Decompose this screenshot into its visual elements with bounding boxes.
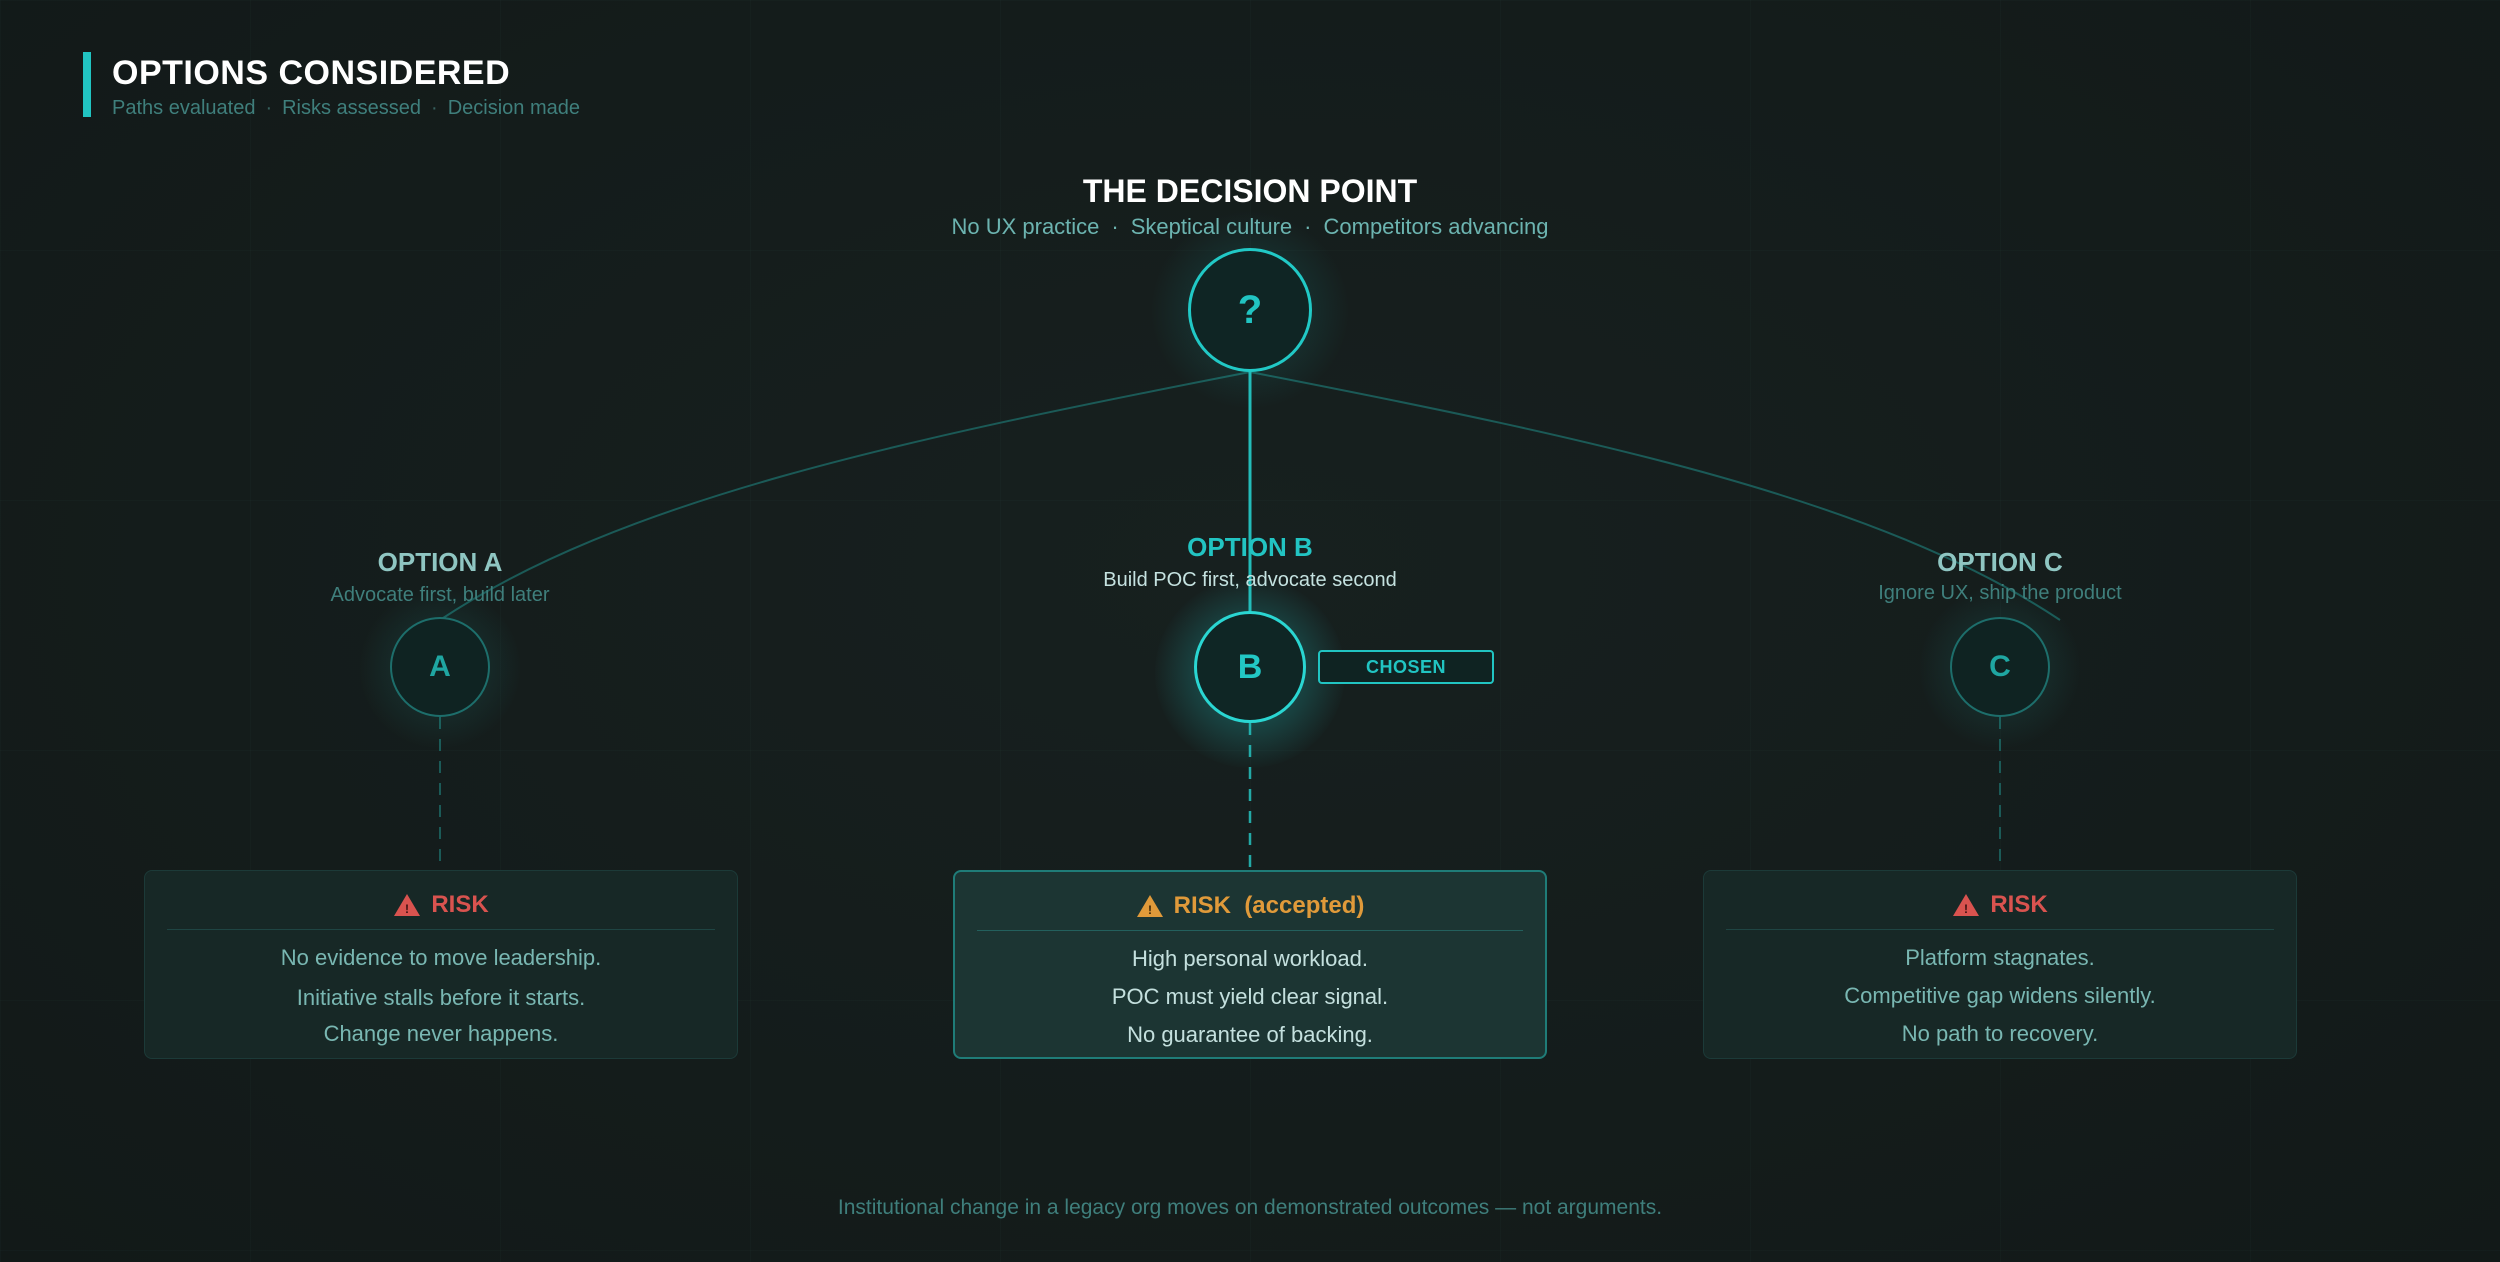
option-b-subtitle: Build POC first, advocate second (1103, 569, 1397, 591)
risk-card-option-b: ! RISK (accepted) High personal workload… (953, 870, 1547, 1059)
risk-heading: ! RISK (1704, 889, 2296, 921)
svg-text:!: ! (405, 902, 409, 916)
warning-triangle-icon: ! (394, 894, 421, 916)
risk-line: Competitive gap widens silently. (1844, 983, 2156, 1008)
risk-line: No path to recovery. (1901, 1021, 2099, 1046)
risk-line: Platform stagnates. (1905, 945, 2095, 970)
risk-heading-text: RISK (1990, 891, 2048, 918)
context-item: Skeptical culture (1130, 214, 1293, 239)
decision-node: ? (1188, 248, 1312, 372)
option-a-node: A (390, 617, 490, 717)
risk-line: Initiative stalls before it starts. (296, 985, 586, 1010)
decision-point-title: THE DECISION POINT (1082, 173, 1418, 209)
risk-card-option-c: ! RISK Platform stagnates. Competitive g… (1703, 870, 2297, 1059)
option-b-node: B (1194, 611, 1306, 723)
risk-heading: ! RISK (accepted) (955, 890, 1545, 922)
context-item: Competitors advancing (1323, 214, 1549, 239)
footer-note: Institutional change in a legacy org mov… (837, 1196, 1663, 1219)
option-c-node: C (1950, 617, 2050, 717)
option-a-title: OPTION A (377, 547, 503, 577)
risk-divider (977, 930, 1523, 931)
warning-triangle-icon: ! (1953, 894, 1980, 916)
diagram-canvas: OPTIONS CONSIDERED Paths evaluated · Risks… (0, 0, 2500, 1262)
warning-triangle-icon: ! (1136, 895, 1163, 917)
risk-line: High personal workload. (1131, 946, 1369, 971)
risk-heading-text: RISK (431, 891, 489, 918)
chosen-badge: CHOSEN (1318, 650, 1494, 684)
risk-divider (167, 929, 715, 930)
svg-text:!: ! (1148, 903, 1152, 917)
option-c-subtitle: Ignore UX, ship the product (1878, 582, 2122, 604)
risk-divider (1726, 929, 2274, 930)
risk-heading-text: RISK (accepted) (1173, 892, 1365, 919)
option-a-subtitle: Advocate first, build later (330, 584, 550, 606)
risk-line: POC must yield clear signal. (1111, 984, 1389, 1009)
decision-point-subtitle: No UX practice · Skeptical culture · Competi… (0, 214, 2500, 240)
context-separator: · (1304, 214, 1312, 239)
context-item: No UX practice (951, 214, 1100, 239)
svg-text:!: ! (1964, 902, 1968, 916)
risk-line: Change never happens. (323, 1021, 559, 1046)
risk-card-option-a: ! RISK No evidence to move leadership. I… (144, 870, 738, 1059)
option-c-title: OPTION C (1937, 547, 2063, 577)
context-separator: · (1111, 214, 1119, 239)
risk-heading: ! RISK (145, 889, 737, 921)
risk-line: No evidence to move leadership. (280, 945, 602, 970)
option-b-title: OPTION B (1187, 532, 1313, 562)
risk-line: No guarantee of backing. (1127, 1022, 1373, 1047)
